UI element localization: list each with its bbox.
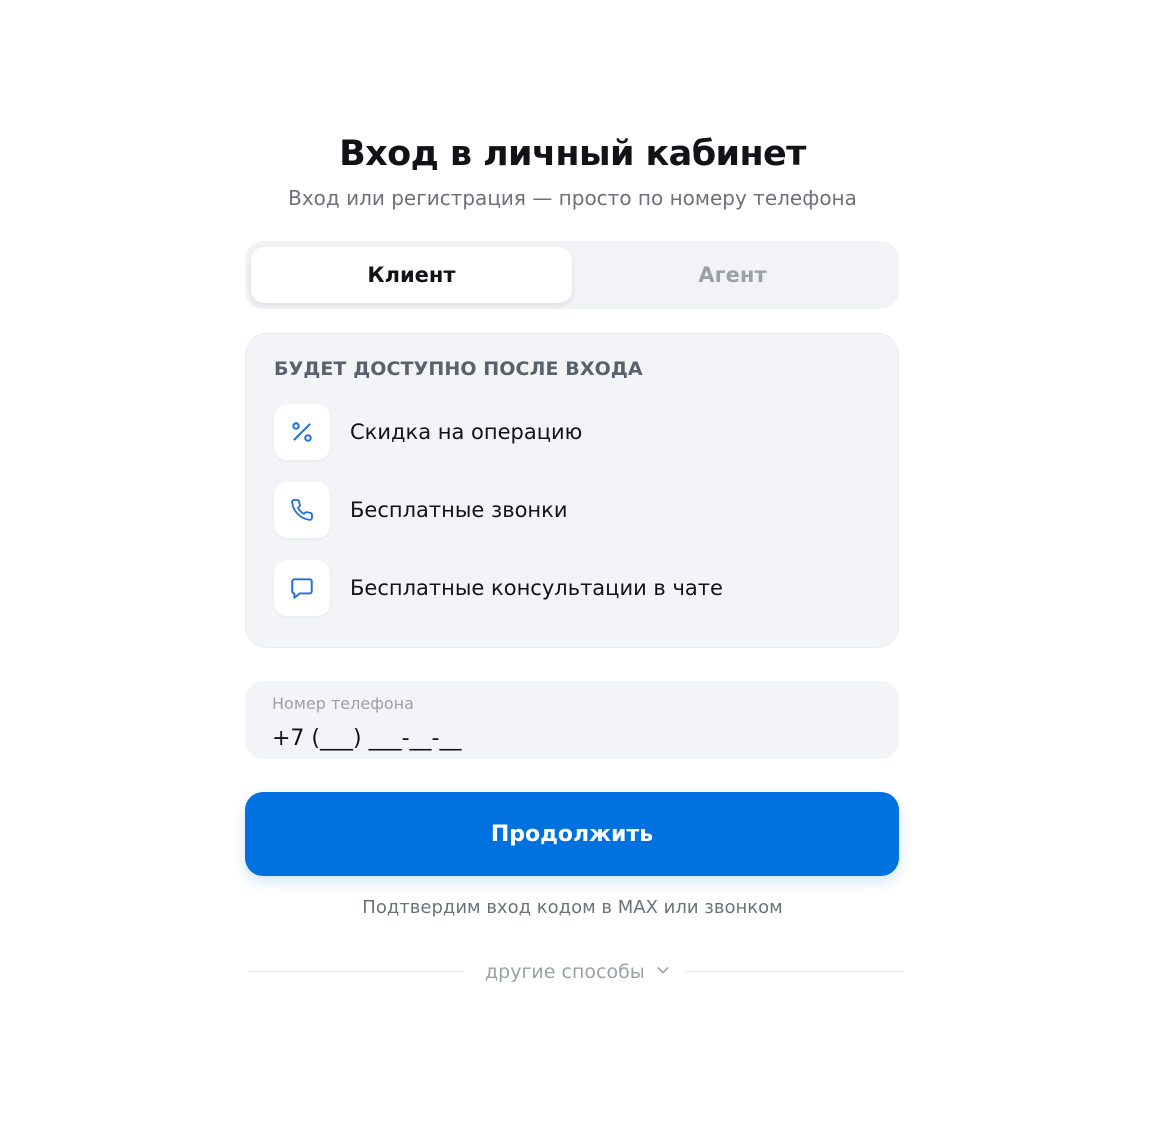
chat-icon <box>274 560 330 616</box>
tab-client[interactable]: Клиент <box>251 247 572 303</box>
confirmation-hint: Подтвердим вход кодом в MAX или звонком <box>362 897 783 918</box>
other-ways-label: другие способы <box>485 961 645 983</box>
benefit-item-chat: Бесплатные консультации в чате <box>274 560 723 616</box>
other-ways-toggle[interactable]: другие способы <box>485 958 671 986</box>
benefit-item-discount: Скидка на операцию <box>274 404 582 460</box>
page-title: Вход в личный кабинет <box>339 134 806 174</box>
benefit-item-calls: Бесплатные звонки <box>274 482 568 538</box>
role-tabs: Клиент Агент <box>245 241 899 309</box>
tab-agent[interactable]: Агент <box>572 247 893 303</box>
login-page: Вход в личный кабинет Вход или регистрац… <box>0 0 1163 1136</box>
phone-field-label: Номер телефона <box>272 694 414 713</box>
percent-icon <box>274 404 330 460</box>
divider-right <box>685 971 903 972</box>
phone-input[interactable] <box>272 723 872 753</box>
phone-field[interactable]: Номер телефона <box>245 681 899 759</box>
benefits-panel: БУДЕТ ДОСТУПНО ПОСЛЕ ВХОДА Скидка на опе… <box>245 333 899 648</box>
page-subtitle: Вход или регистрация — просто по номеру … <box>288 186 857 210</box>
divider-left <box>248 971 464 972</box>
benefit-label: Скидка на операцию <box>350 420 583 444</box>
benefit-label: Бесплатные звонки <box>350 498 568 522</box>
continue-button[interactable]: Продолжить <box>245 792 899 876</box>
benefits-title: БУДЕТ ДОСТУПНО ПОСЛЕ ВХОДА <box>274 358 643 380</box>
chevron-down-icon <box>655 961 671 983</box>
benefit-label: Бесплатные консультации в чате <box>350 576 723 600</box>
phone-icon <box>274 482 330 538</box>
